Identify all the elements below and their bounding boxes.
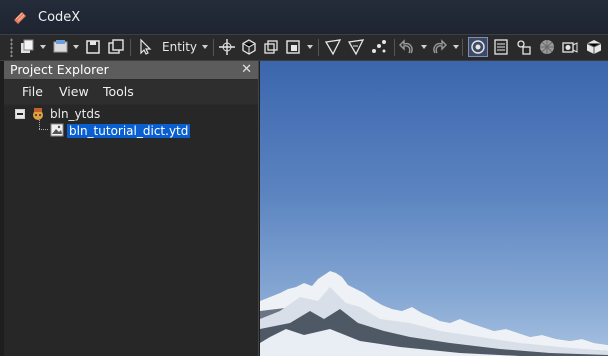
toolbar-separator (130, 39, 131, 56)
toolbar-grip[interactable] (10, 38, 13, 57)
render-icon[interactable] (468, 37, 488, 57)
snap-icon[interactable] (284, 38, 302, 56)
waypoint-icon[interactable] (324, 38, 342, 56)
undo-icon[interactable] (398, 38, 416, 56)
snap-dropdown-arrow[interactable] (307, 45, 313, 49)
panel-title: Project Explorer (10, 62, 109, 77)
project-explorer-panel: Project Explorer ✕ File View Tools bln_y… (4, 61, 259, 356)
move-icon[interactable] (218, 38, 236, 56)
title-bar: CodeX (0, 0, 608, 35)
box-icon[interactable] (585, 38, 603, 56)
panel-header: Project Explorer ✕ (4, 61, 258, 79)
undo-dropdown-arrow[interactable] (421, 45, 427, 49)
menu-file[interactable]: File (22, 84, 43, 99)
menu-tools[interactable]: Tools (103, 84, 134, 99)
nodes-icon[interactable] (370, 38, 388, 56)
waypoint-plus-icon[interactable] (347, 38, 365, 56)
3d-viewport[interactable] (260, 61, 608, 356)
tree-connector (39, 129, 48, 130)
open-dropdown-arrow[interactable] (73, 45, 79, 49)
select-pointer-icon[interactable] (136, 38, 154, 56)
new-icon[interactable] (18, 38, 36, 56)
toolbar-separator (394, 39, 395, 56)
redo-dropdown-arrow[interactable] (453, 45, 459, 49)
tree-root-label[interactable]: bln_ytds (50, 107, 100, 121)
save-all-icon[interactable] (107, 38, 125, 56)
toolbar-separator (213, 39, 214, 56)
menu-view[interactable]: View (59, 84, 89, 99)
codex-logo-icon (14, 12, 26, 24)
redo-icon[interactable] (430, 38, 448, 56)
skeleton-icon[interactable] (515, 38, 533, 56)
save-icon[interactable] (84, 38, 102, 56)
window-title: CodeX (38, 10, 81, 25)
tree-item-label[interactable]: bln_tutorial_dict.ytd (67, 124, 191, 138)
toolbar-separator (318, 39, 319, 56)
texture-icon[interactable] (538, 38, 556, 56)
project-tree: bln_ytds bln_tutorial_dict.ytd (4, 105, 258, 356)
texture-dict-icon (50, 123, 64, 137)
close-icon[interactable]: ✕ (241, 62, 252, 77)
entity-dropdown-arrow[interactable] (202, 45, 208, 49)
camera-icon[interactable] (561, 38, 579, 56)
main-toolbar: Entity (0, 35, 608, 61)
rotate-icon[interactable] (240, 38, 258, 56)
mountain-scenery (260, 271, 608, 356)
toolbar-separator (462, 39, 463, 56)
scale-icon[interactable] (262, 38, 280, 56)
new-dropdown-arrow[interactable] (40, 45, 46, 49)
project-icon (33, 108, 43, 120)
explorer-menubar: File View Tools (4, 80, 258, 104)
wireframe-icon[interactable] (492, 38, 510, 56)
open-icon[interactable] (52, 38, 70, 56)
collapse-toggle[interactable] (15, 109, 25, 119)
tree-connector (39, 118, 40, 129)
